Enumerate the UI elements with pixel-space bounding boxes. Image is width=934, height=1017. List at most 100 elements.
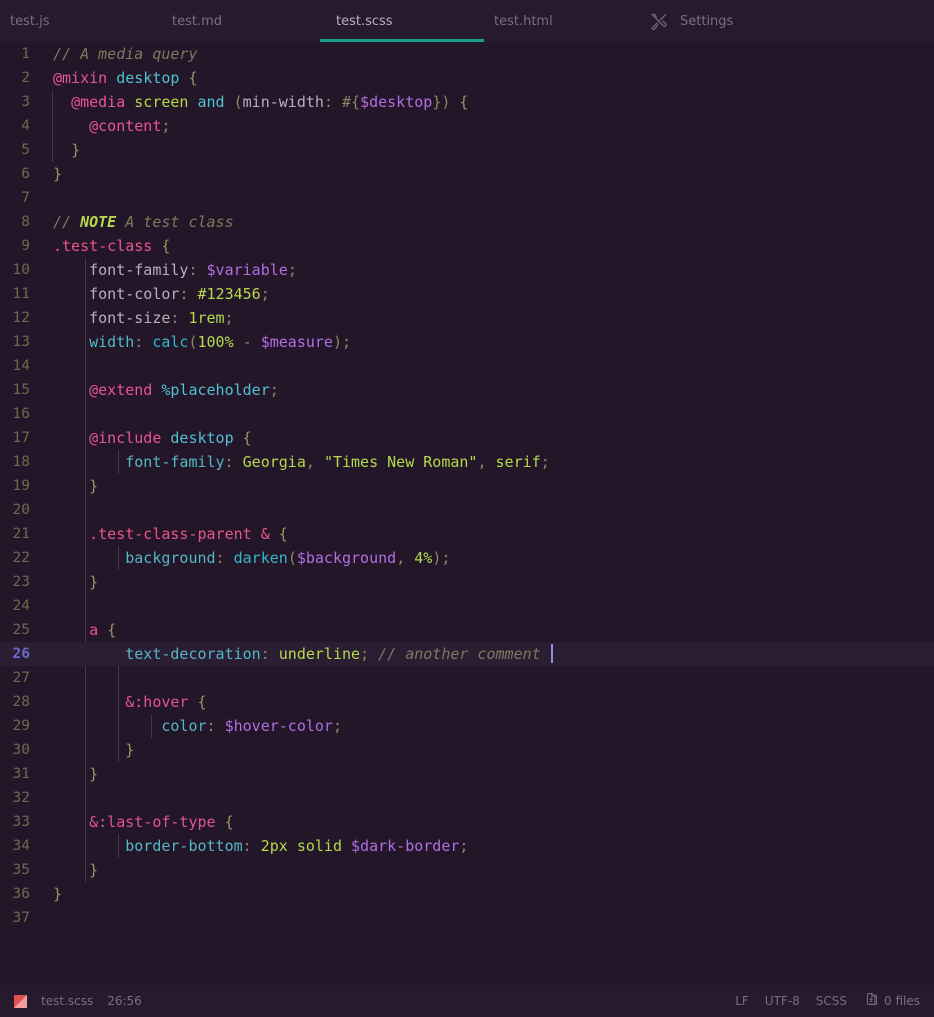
code-text[interactable]: .test-class { bbox=[30, 234, 934, 258]
code-line[interactable]: 9 .test-class { bbox=[0, 234, 934, 258]
code-line[interactable]: 32 bbox=[0, 786, 934, 810]
code-text[interactable] bbox=[30, 402, 934, 426]
code-text[interactable]: } bbox=[30, 858, 934, 882]
code-text[interactable]: } bbox=[30, 738, 934, 762]
line-number: 25 bbox=[12, 622, 30, 638]
code-text[interactable]: @content; bbox=[30, 114, 934, 138]
code-line[interactable]: 22 background: darken($background, 4%); bbox=[0, 546, 934, 570]
code-text[interactable]: } bbox=[30, 474, 934, 498]
code-line[interactable]: 13 width: calc(100% - $measure); bbox=[0, 330, 934, 354]
code-text[interactable]: // NOTE A test class bbox=[30, 210, 934, 234]
tab-test-scss[interactable]: test.scss bbox=[320, 0, 484, 42]
code-text[interactable] bbox=[30, 498, 934, 522]
code-text[interactable] bbox=[30, 786, 934, 810]
code-token: underline bbox=[278, 645, 361, 663]
status-language[interactable]: SCSS bbox=[816, 994, 847, 1008]
line-number: 16 bbox=[12, 406, 30, 422]
code-line[interactable]: 25 a { bbox=[0, 618, 934, 642]
modified-file-icon[interactable] bbox=[14, 994, 27, 1008]
code-token: calc bbox=[152, 333, 189, 351]
code-line[interactable]: 11 font-color: #123456; bbox=[0, 282, 934, 306]
code-line[interactable]: 7 bbox=[0, 186, 934, 210]
code-lines[interactable]: 1// A media query 2 @mixin desktop {3 @med… bbox=[0, 42, 934, 930]
code-text[interactable]: text-decoration: underline; // another c… bbox=[30, 642, 934, 666]
code-text[interactable]: @mixin desktop { bbox=[30, 66, 934, 90]
status-files-group[interactable]: 0 files bbox=[863, 992, 920, 1010]
code-line[interactable]: 6} bbox=[0, 162, 934, 186]
code-text[interactable]: } bbox=[30, 162, 934, 186]
line-number: 36 bbox=[12, 886, 30, 902]
code-text[interactable]: .test-class-parent & { bbox=[30, 522, 934, 546]
code-text[interactable]: font-family: Georgia, "Times New Roman",… bbox=[30, 450, 934, 474]
code-line[interactable]: 37 bbox=[0, 906, 934, 930]
status-bar-right: LF UTF-8 SCSS 0 files bbox=[735, 992, 934, 1010]
code-text[interactable] bbox=[30, 594, 934, 618]
status-cursor-position[interactable]: 26:56 bbox=[107, 994, 142, 1008]
tab-test-html[interactable]: test.html bbox=[484, 0, 634, 42]
code-line[interactable]: 24 bbox=[0, 594, 934, 618]
code-text[interactable]: &:hover { bbox=[30, 690, 934, 714]
status-filename[interactable]: test.scss bbox=[41, 994, 93, 1008]
code-text[interactable]: width: calc(100% - $measure); bbox=[30, 330, 934, 354]
code-editor[interactable]: 1// A media query 2 @mixin desktop {3 @med… bbox=[0, 42, 934, 985]
tab-test-md[interactable]: test.md bbox=[160, 0, 320, 42]
code-line[interactable]: 35 } bbox=[0, 858, 934, 882]
code-text[interactable]: } bbox=[30, 762, 934, 786]
code-text[interactable]: @include desktop { bbox=[30, 426, 934, 450]
tab-settings[interactable]: Settings bbox=[640, 0, 780, 42]
code-text[interactable] bbox=[30, 906, 934, 930]
code-line[interactable]: 28 &:hover { bbox=[0, 690, 934, 714]
code-line[interactable]: 8// NOTE A test class bbox=[0, 210, 934, 234]
code-text[interactable]: a { bbox=[30, 618, 934, 642]
code-line[interactable]: 1 // A media query bbox=[0, 42, 934, 66]
code-line[interactable]: 21 .test-class-parent & { bbox=[0, 522, 934, 546]
code-line[interactable]: 36} bbox=[0, 882, 934, 906]
code-text[interactable]: font-size: 1rem; bbox=[30, 306, 934, 330]
status-encoding[interactable]: UTF-8 bbox=[765, 994, 800, 1008]
status-line-ending[interactable]: LF bbox=[735, 994, 749, 1008]
code-line[interactable]: 31 } bbox=[0, 762, 934, 786]
code-text[interactable]: background: darken($background, 4%); bbox=[30, 546, 934, 570]
tab-test-js[interactable]: test.js bbox=[10, 0, 160, 42]
code-text[interactable]: } bbox=[30, 570, 934, 594]
code-line[interactable]: 16 bbox=[0, 402, 934, 426]
code-line[interactable]: 2 @mixin desktop { bbox=[0, 66, 934, 90]
code-line[interactable]: 14 bbox=[0, 354, 934, 378]
code-line[interactable]: 34 border-bottom: 2px solid $dark-border… bbox=[0, 834, 934, 858]
code-text[interactable]: @extend %placeholder; bbox=[30, 378, 934, 402]
code-text[interactable]: color: $hover-color; bbox=[30, 714, 934, 738]
code-text[interactable]: font-family: $variable; bbox=[30, 258, 934, 282]
code-line[interactable]: 18 font-family: Georgia, "Times New Roma… bbox=[0, 450, 934, 474]
code-line[interactable]: 10 font-family: $variable; bbox=[0, 258, 934, 282]
code-token: : bbox=[206, 717, 225, 735]
code-line[interactable]: 15 @extend %placeholder; bbox=[0, 378, 934, 402]
code-text[interactable]: // A media query bbox=[30, 42, 934, 66]
code-text[interactable] bbox=[30, 186, 934, 210]
code-line[interactable]: 19 } bbox=[0, 474, 934, 498]
code-line[interactable]: 5 } bbox=[0, 138, 934, 162]
code-line[interactable]: 33 &:last-of-type { bbox=[0, 810, 934, 834]
code-line[interactable]: 26 text-decoration: underline; // anothe… bbox=[0, 642, 934, 666]
code-text[interactable]: font-color: #123456; bbox=[30, 282, 934, 306]
code-line[interactable]: 30 } bbox=[0, 738, 934, 762]
code-line[interactable]: 27 bbox=[0, 666, 934, 690]
code-line[interactable]: 3 @media screen and (min-width: #{$deskt… bbox=[0, 90, 934, 114]
code-text[interactable]: border-bottom: 2px solid $dark-border; bbox=[30, 834, 934, 858]
code-text[interactable]: &:last-of-type { bbox=[30, 810, 934, 834]
code-line[interactable]: 20 bbox=[0, 498, 934, 522]
code-text[interactable]: @media screen and (min-width: #{$desktop… bbox=[30, 90, 934, 114]
code-text[interactable] bbox=[30, 666, 934, 690]
code-line[interactable]: 4 @content; bbox=[0, 114, 934, 138]
code-line[interactable]: 12 font-size: 1rem; bbox=[0, 306, 934, 330]
code-text[interactable]: } bbox=[30, 138, 934, 162]
code-line[interactable]: 23 } bbox=[0, 570, 934, 594]
code-line[interactable]: 17 @include desktop { bbox=[0, 426, 934, 450]
code-token: : bbox=[134, 333, 153, 351]
code-text[interactable]: } bbox=[30, 882, 934, 906]
code-text[interactable] bbox=[30, 354, 934, 378]
code-line[interactable]: 29 color: $hover-color; bbox=[0, 714, 934, 738]
